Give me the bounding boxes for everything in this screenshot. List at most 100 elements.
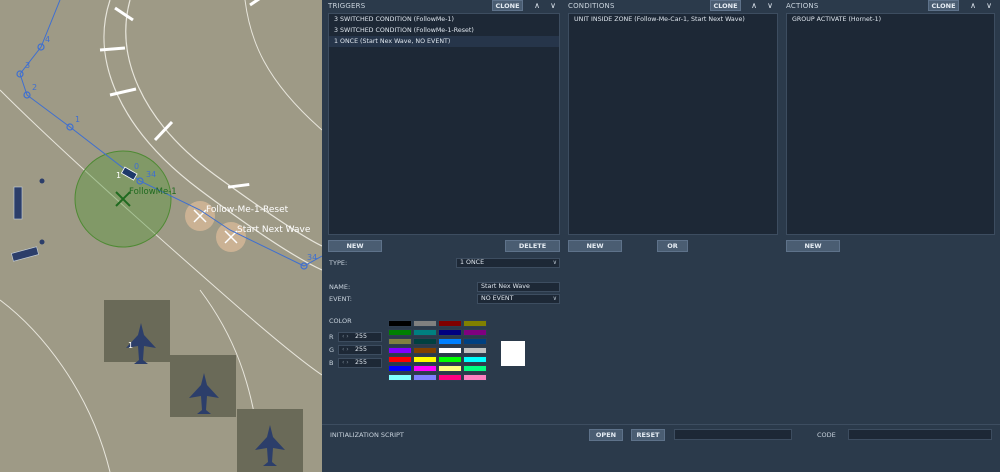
waypoint-label: 34: [146, 170, 156, 179]
triggers-list[interactable]: 3 SWITCHED CONDITION (FollowMe-1) 3 SWIT…: [328, 13, 560, 235]
waypoint-label: 0: [134, 162, 139, 171]
triggers-move-down-icon[interactable]: ∨: [547, 0, 559, 11]
color-swatch[interactable]: [413, 338, 437, 345]
code-label: CODE: [817, 431, 836, 439]
zone-label: Follow-Me-1-Reset: [206, 205, 289, 215]
event-value: NO EVENT: [481, 295, 514, 302]
color-swatch[interactable]: [438, 365, 462, 372]
color-swatch[interactable]: [413, 347, 437, 354]
waypoint-label: 4: [45, 35, 50, 44]
triggers-header: TRIGGERS: [328, 2, 366, 10]
actions-move-down-icon[interactable]: ∨: [983, 0, 995, 11]
unit-icon[interactable]: [39, 178, 45, 184]
trigger-item[interactable]: 3 SWITCHED CONDITION (FollowMe-1): [329, 14, 559, 25]
reset-script-button[interactable]: RESET: [631, 429, 665, 441]
type-value: 1 ONCE: [460, 259, 485, 266]
delete-trigger-button[interactable]: DELETE: [505, 240, 560, 252]
color-swatch[interactable]: [388, 356, 412, 363]
actions-move-up-icon[interactable]: ∧: [967, 0, 979, 11]
map-canvas[interactable]: 4 3 2 1 0 34 34 1 FollowMe-1 Follow-Me-1…: [0, 0, 322, 472]
color-swatch[interactable]: [413, 329, 437, 336]
color-swatch[interactable]: [413, 356, 437, 363]
unit-icon[interactable]: [39, 239, 45, 245]
name-input[interactable]: Start Nex Wave: [477, 282, 560, 292]
mission-map[interactable]: 4 3 2 1 0 34 34 1 FollowMe-1 Follow-Me-1…: [0, 0, 322, 472]
conditions-clone-button[interactable]: CLONE: [710, 0, 741, 11]
waypoint-label: 34: [307, 253, 317, 262]
new-trigger-button[interactable]: NEW: [328, 240, 382, 252]
vehicle-icon[interactable]: [11, 246, 39, 262]
action-item[interactable]: GROUP ACTIVATE (Hornet-1): [787, 14, 994, 25]
color-swatch[interactable]: [463, 329, 487, 336]
new-action-button[interactable]: NEW: [786, 240, 840, 252]
r-stepper[interactable]: ‹ › 255: [338, 332, 382, 342]
conditions-header: CONDITIONS: [568, 2, 615, 10]
g-value: 255: [355, 346, 368, 353]
type-label: TYPE:: [329, 259, 348, 267]
g-stepper[interactable]: ‹ › 255: [338, 345, 382, 355]
conditions-move-up-icon[interactable]: ∧: [748, 0, 760, 11]
color-preview: [501, 341, 525, 366]
name-label: NAME:: [329, 283, 351, 291]
color-swatch[interactable]: [413, 320, 437, 327]
waypoint-label: 2: [32, 83, 37, 92]
color-swatch[interactable]: [438, 329, 462, 336]
actions-list[interactable]: GROUP ACTIVATE (Hornet-1): [786, 13, 995, 235]
event-label: EVENT:: [329, 295, 352, 303]
condition-item[interactable]: UNIT INSIDE ZONE (Follow-Me-Car-1, Start…: [569, 14, 777, 25]
color-swatch[interactable]: [438, 347, 462, 354]
actions-clone-button[interactable]: CLONE: [928, 0, 959, 11]
b-stepper[interactable]: ‹ › 255: [338, 358, 382, 368]
color-swatch[interactable]: [463, 356, 487, 363]
init-script-label: INITIALIZATION SCRIPT: [330, 431, 404, 439]
chevron-down-icon: ∨: [552, 295, 557, 302]
conditions-list[interactable]: UNIT INSIDE ZONE (Follow-Me-Car-1, Start…: [568, 13, 778, 235]
or-condition-button[interactable]: OR: [657, 240, 688, 252]
type-select[interactable]: 1 ONCE ∨: [456, 258, 560, 268]
chevron-down-icon: ∨: [552, 259, 557, 266]
event-select[interactable]: NO EVENT ∨: [477, 294, 560, 304]
stepper-arrows-icon[interactable]: ‹ ›: [342, 359, 349, 367]
zone-label: FollowMe-1: [129, 187, 177, 197]
r-value: 255: [355, 333, 368, 340]
color-swatch[interactable]: [463, 338, 487, 345]
color-swatch[interactable]: [463, 374, 487, 381]
taxi-line: [244, 0, 322, 131]
color-swatch[interactable]: [438, 374, 462, 381]
code-input[interactable]: [848, 429, 992, 440]
taxi-line: [0, 299, 111, 472]
color-swatch[interactable]: [438, 356, 462, 363]
stepper-arrows-icon[interactable]: ‹ ›: [342, 333, 349, 341]
color-swatch[interactable]: [388, 320, 412, 327]
stepper-arrows-icon[interactable]: ‹ ›: [342, 346, 349, 354]
trigger-item[interactable]: 3 SWITCHED CONDITION (FollowMe-1-Reset): [329, 25, 559, 36]
new-condition-button[interactable]: NEW: [568, 240, 622, 252]
trigger-item-selected[interactable]: 1 ONCE (Start Nex Wave, NO EVENT): [329, 36, 559, 47]
color-swatch[interactable]: [438, 338, 462, 345]
color-swatch[interactable]: [388, 365, 412, 372]
waypoint-label: 1: [75, 115, 80, 124]
zone-label: Start Next Wave: [237, 225, 311, 235]
color-swatch[interactable]: [438, 320, 462, 327]
vehicle-icon[interactable]: [13, 186, 23, 220]
color-swatch[interactable]: [413, 374, 437, 381]
g-label: G: [329, 346, 335, 354]
color-palette[interactable]: [388, 320, 488, 382]
color-swatch[interactable]: [388, 338, 412, 345]
script-file-input[interactable]: [674, 429, 792, 440]
color-swatch[interactable]: [388, 347, 412, 354]
waypoint-label: 3: [25, 61, 30, 70]
triggers-clone-button[interactable]: CLONE: [492, 0, 523, 11]
conditions-move-down-icon[interactable]: ∨: [764, 0, 776, 11]
color-swatch[interactable]: [463, 347, 487, 354]
color-swatch[interactable]: [463, 320, 487, 327]
color-swatch[interactable]: [463, 365, 487, 372]
color-label: COLOR: [329, 317, 352, 325]
color-swatch[interactable]: [413, 365, 437, 372]
triggers-move-up-icon[interactable]: ∧: [531, 0, 543, 11]
open-script-button[interactable]: OPEN: [589, 429, 623, 441]
color-swatch[interactable]: [388, 374, 412, 381]
unit-index-label: 1: [128, 341, 133, 350]
color-swatch[interactable]: [388, 329, 412, 336]
b-label: B: [329, 359, 334, 367]
